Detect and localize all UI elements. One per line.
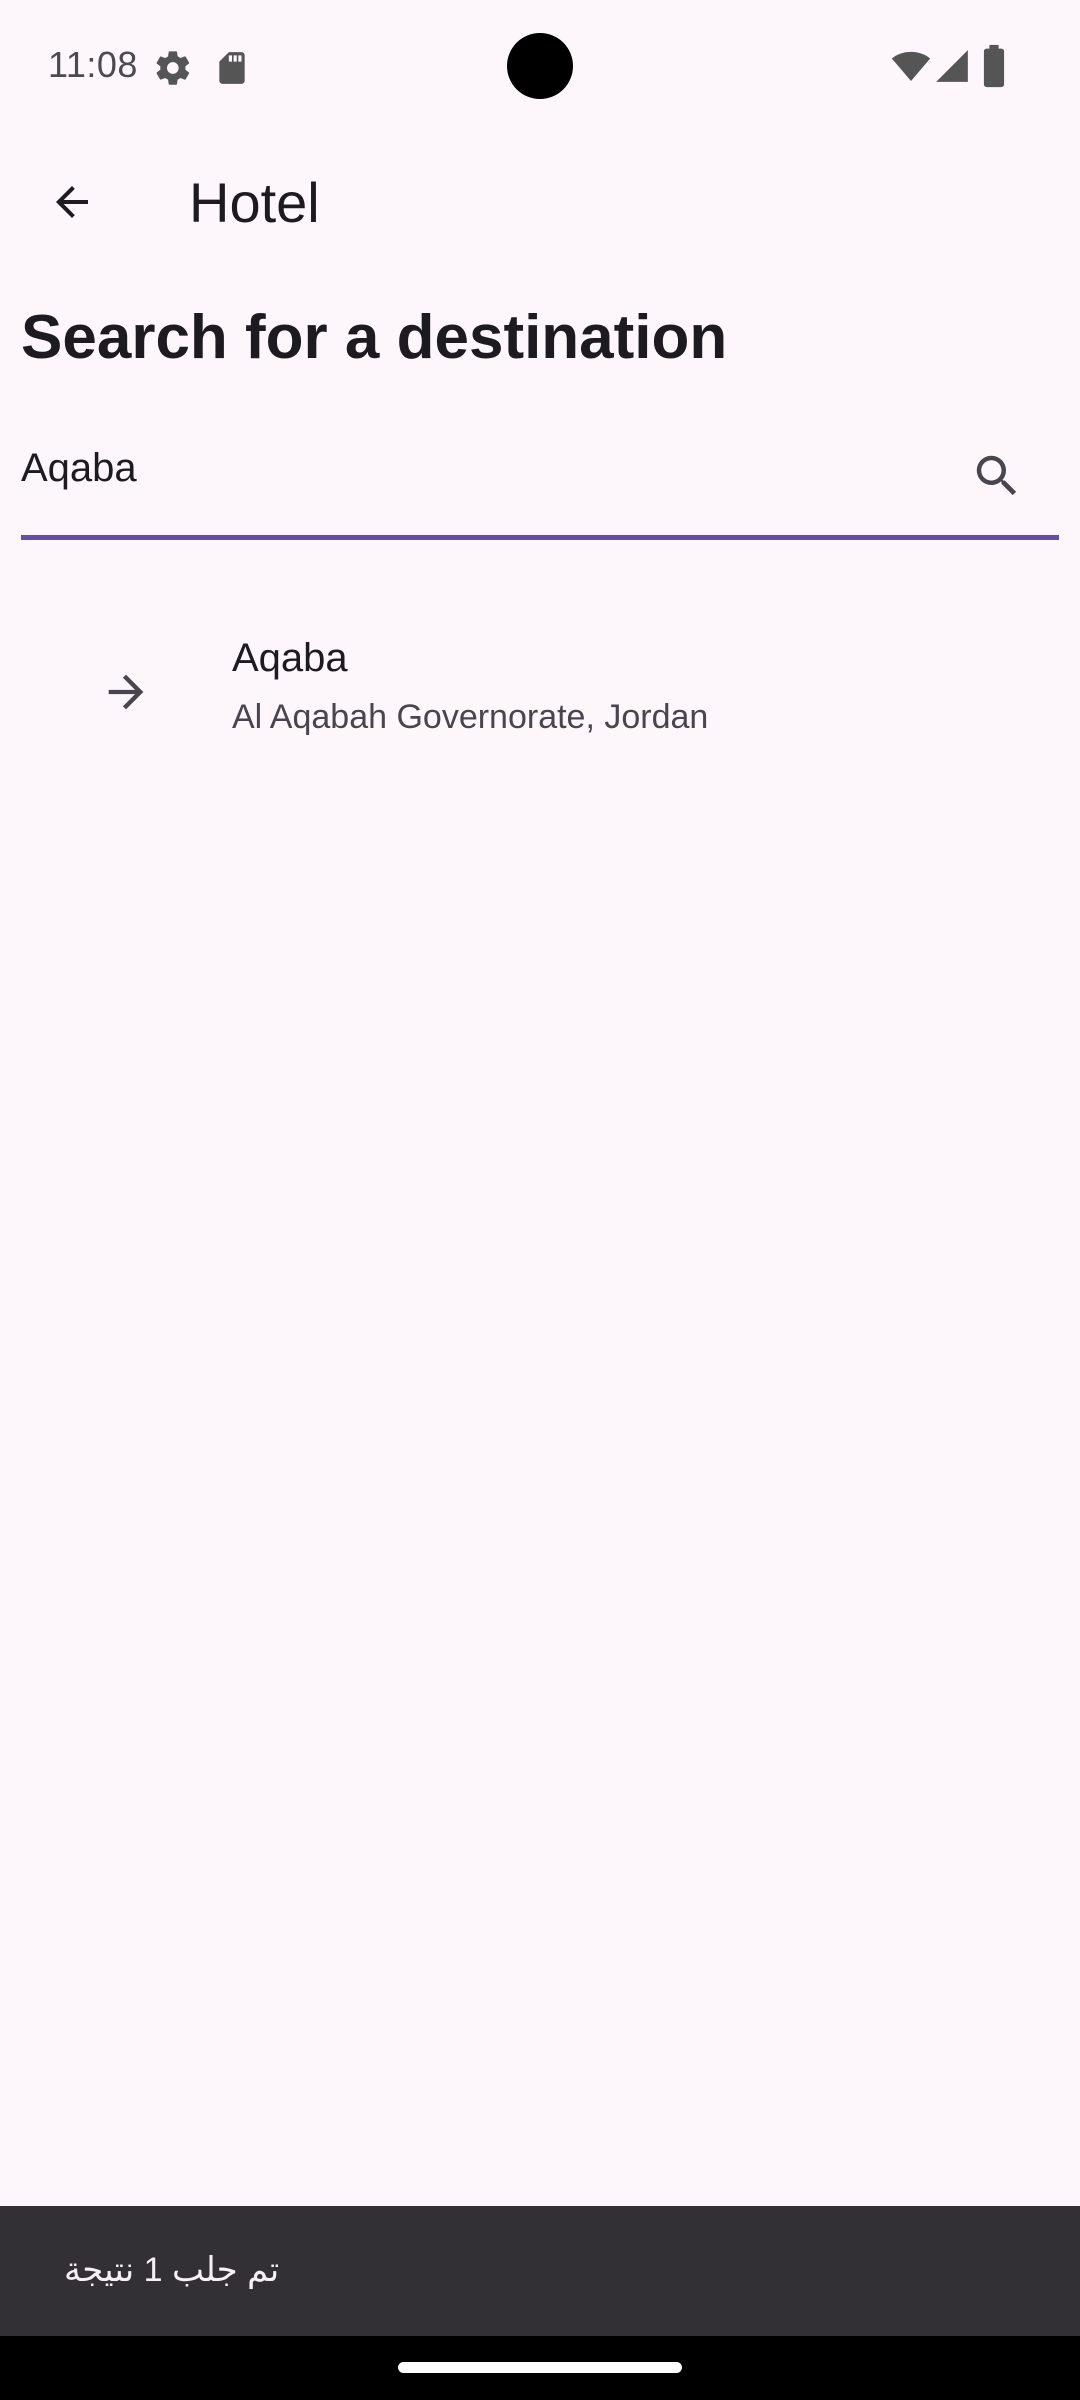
cell-signal-icon	[933, 46, 971, 91]
search-underline	[21, 535, 1059, 540]
front-camera	[507, 33, 573, 99]
search-button[interactable]	[961, 442, 1033, 514]
snackbar: تم جلب 1 نتيجة	[0, 2206, 1080, 2336]
navigation-bar	[0, 2336, 1080, 2400]
back-button[interactable]	[36, 168, 108, 240]
sd-card-icon	[213, 48, 251, 93]
arrow-back-icon	[48, 178, 96, 231]
list-item[interactable]: Aqaba Al Aqabah Governorate, Jordan	[0, 600, 1080, 780]
page-title: Search for a destination	[21, 303, 728, 372]
result-subtitle: Al Aqabah Governorate, Jordan	[232, 698, 709, 736]
result-title: Aqaba	[232, 636, 348, 680]
app-title: Hotel	[189, 171, 320, 234]
search-icon	[970, 449, 1024, 508]
status-time: 11:08	[48, 44, 138, 85]
screen: 11:08 Hotel Search for a destination Aqa…	[0, 0, 1080, 2400]
search-field	[21, 420, 1059, 540]
arrow-forward-icon	[90, 656, 162, 728]
snackbar-message: تم جلب 1 نتيجة	[64, 2251, 280, 2289]
home-gesture-handle[interactable]	[398, 2362, 682, 2373]
battery-icon	[982, 44, 1006, 93]
wifi-icon	[890, 46, 932, 91]
app-bar: Hotel	[0, 132, 1080, 276]
search-input[interactable]	[21, 438, 941, 498]
settings-icon	[153, 48, 193, 93]
status-bar: 11:08	[0, 0, 1080, 132]
